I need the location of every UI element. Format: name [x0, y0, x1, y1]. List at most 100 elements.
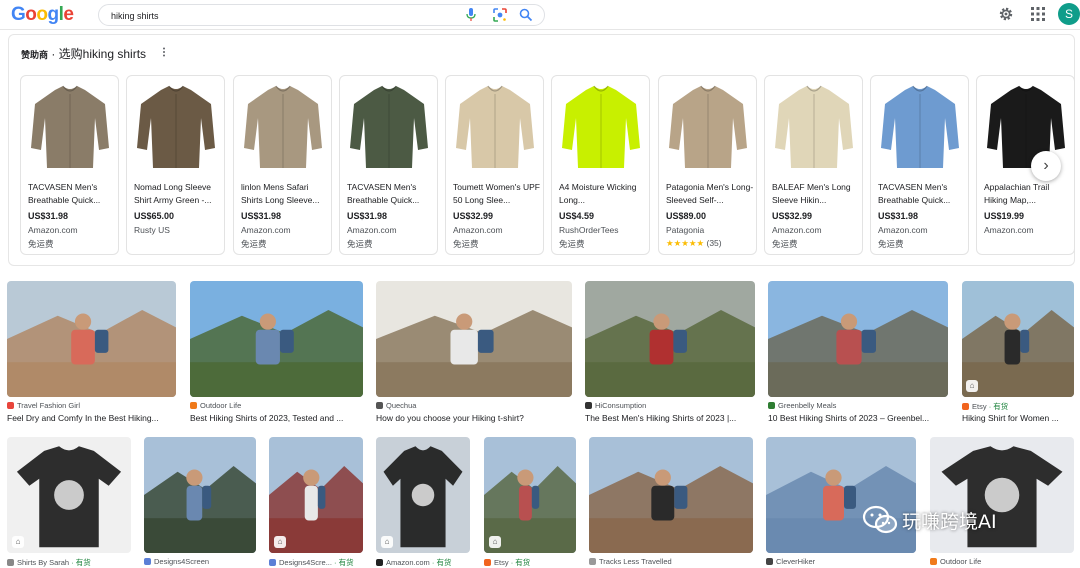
image-source[interactable]: Etsy · 有货	[962, 401, 1008, 412]
product-name[interactable]: Toumett Women's UPF 50 Long Slee...	[453, 181, 541, 207]
sponsored-title: · 选购hiking shirts	[48, 47, 147, 61]
account-avatar[interactable]: S	[1058, 3, 1080, 25]
product-card[interactable]: TACVASEN Men's Breathable Quick... US$31.…	[20, 75, 119, 255]
product-image	[556, 78, 646, 174]
image-source[interactable]: CleverHiker	[766, 557, 815, 566]
source-name: CleverHiker	[776, 557, 816, 566]
image-source[interactable]: Shirts By Sarah · 有货	[7, 557, 91, 568]
image-caption[interactable]: Hiking Shirt for Women ...	[962, 413, 1074, 423]
product-name[interactable]: TACVASEN Men's Breathable Quick...	[347, 181, 435, 207]
product-store: Amazon.com	[28, 225, 78, 235]
product-card[interactable]: TACVASEN Men's Breathable Quick... US$31.…	[870, 75, 969, 255]
product-image	[131, 78, 221, 174]
image-source[interactable]: Outdoor Life	[190, 401, 241, 410]
source-name: Outdoor Life	[200, 401, 242, 410]
image-result[interactable]	[768, 281, 948, 397]
product-card[interactable]: TACVASEN Men's Breathable Quick... US$31.…	[339, 75, 438, 255]
site-favicon-icon	[962, 403, 969, 410]
search-box[interactable]	[98, 4, 545, 26]
image-source[interactable]: Designs4Screen	[144, 557, 209, 566]
product-card[interactable]: Nomad Long Sleeve Shirt Army Green -... U…	[126, 75, 225, 255]
image-source[interactable]: Designs4Scre... · 有货	[269, 557, 354, 568]
product-card[interactable]: A4 Moisture Wicking Long... US$4.59 RushOr…	[551, 75, 650, 255]
sponsored-products-panel: 赞助商 · 选购hiking shirts TACVASEN Men's Bre…	[8, 34, 1075, 266]
carousel-next-button[interactable]: ›	[1031, 151, 1061, 181]
image-result[interactable]	[585, 281, 755, 397]
product-name[interactable]: Patagonia Men's Long-Sleeved Self-...	[666, 181, 754, 207]
wechat-icon	[862, 505, 898, 534]
search-input[interactable]	[111, 8, 451, 23]
image-source[interactable]: Tracks Less Travelled	[589, 557, 672, 566]
product-store: Amazon.com	[984, 225, 1034, 235]
rating-count: (35)	[706, 238, 722, 248]
image-caption[interactable]: The Best Men's Hiking Shirts of 2023 |..…	[585, 413, 755, 423]
product-tag-icon: ⌂	[274, 536, 286, 548]
image-caption[interactable]: 10 Best Hiking Shirts of 2023 – Greenbel…	[768, 413, 948, 423]
settings-gear-icon[interactable]	[998, 6, 1014, 22]
product-shipping: 免运费	[453, 239, 479, 249]
google-lens-icon[interactable]	[493, 8, 507, 22]
product-name[interactable]: BALEAF Men's Long Sleeve Hikin...	[772, 181, 860, 207]
product-price: US$32.99	[772, 211, 813, 221]
image-result[interactable]	[962, 281, 1074, 397]
product-tag-icon: ⌂	[12, 536, 24, 548]
product-store: Rusty US	[134, 225, 170, 235]
product-price: US$4.59	[559, 211, 595, 221]
source-name: Quechua	[386, 401, 417, 410]
in-stock-label: · 有货	[988, 402, 1009, 411]
google-logo[interactable]: Google	[11, 4, 74, 26]
product-price: US$31.98	[347, 211, 388, 221]
image-caption[interactable]: Best Hiking Shirts of 2023, Tested and .…	[190, 413, 363, 423]
site-favicon-icon	[768, 402, 775, 409]
product-image	[344, 78, 434, 174]
more-options-icon[interactable]	[161, 47, 167, 57]
site-favicon-icon	[484, 559, 491, 566]
image-result[interactable]	[7, 437, 131, 553]
watermark: 玩嗛跨境AI	[862, 503, 1062, 537]
product-image	[875, 78, 965, 174]
image-result[interactable]	[376, 281, 572, 397]
search-icon[interactable]	[519, 8, 533, 22]
product-card[interactable]: Patagonia Men's Long-Sleeved Self-... US$…	[658, 75, 757, 255]
product-name[interactable]: TACVASEN Men's Breathable Quick...	[28, 181, 116, 207]
image-source[interactable]: Travel Fashion Girl	[7, 401, 80, 410]
image-result[interactable]	[190, 281, 363, 397]
site-favicon-icon	[930, 558, 937, 565]
product-tag-icon: ⌂	[381, 536, 393, 548]
google-apps-icon[interactable]	[1031, 7, 1045, 21]
image-source[interactable]: HiConsumption	[585, 401, 646, 410]
source-name: Designs4Screen	[154, 557, 210, 566]
source-name: Amazon.com	[386, 558, 430, 567]
source-name: Greenbelly Meals	[778, 401, 837, 410]
image-result[interactable]	[589, 437, 753, 553]
in-stock-label: · 有货	[334, 558, 354, 567]
image-result[interactable]	[7, 281, 176, 397]
image-result[interactable]	[144, 437, 256, 553]
site-favicon-icon	[766, 558, 773, 565]
logo-letter: G	[11, 4, 26, 25]
product-name[interactable]: linlon Mens Safari Shirts Long Sleeve...	[241, 181, 329, 207]
image-source[interactable]: Etsy · 有货	[484, 557, 530, 568]
image-source[interactable]: Greenbelly Meals	[768, 401, 836, 410]
product-rating: ★★★★★ (35)	[666, 238, 722, 249]
image-source[interactable]: Outdoor Life	[930, 557, 981, 566]
image-source[interactable]: Amazon.com · 有货	[376, 557, 451, 568]
microphone-icon[interactable]	[465, 8, 477, 22]
product-name[interactable]: Appalachian Trail Hiking Map,...	[984, 181, 1072, 207]
product-card[interactable]: Toumett Women's UPF 50 Long Slee... US$32…	[445, 75, 544, 255]
image-source[interactable]: Quechua	[376, 401, 416, 410]
product-card[interactable]: BALEAF Men's Long Sleeve Hikin... US$32.9…	[764, 75, 863, 255]
logo-letter: o	[36, 4, 48, 25]
site-favicon-icon	[190, 402, 197, 409]
image-caption[interactable]: How do you choose your Hiking t-shirt?	[376, 413, 572, 423]
product-name[interactable]: A4 Moisture Wicking Long...	[559, 181, 647, 207]
product-name[interactable]: Nomad Long Sleeve Shirt Army Green -...	[134, 181, 222, 207]
image-caption[interactable]: Feel Dry and Comfy In the Best Hiking...	[7, 413, 176, 423]
product-name[interactable]: TACVASEN Men's Breathable Quick...	[878, 181, 966, 207]
product-card[interactable]: linlon Mens Safari Shirts Long Sleeve...…	[233, 75, 332, 255]
product-shipping: 免运费	[878, 239, 904, 249]
source-name: HiConsumption	[595, 401, 647, 410]
source-name: Tracks Less Travelled	[599, 557, 672, 566]
product-store: Amazon.com	[347, 225, 397, 235]
product-price: US$65.00	[134, 211, 175, 221]
